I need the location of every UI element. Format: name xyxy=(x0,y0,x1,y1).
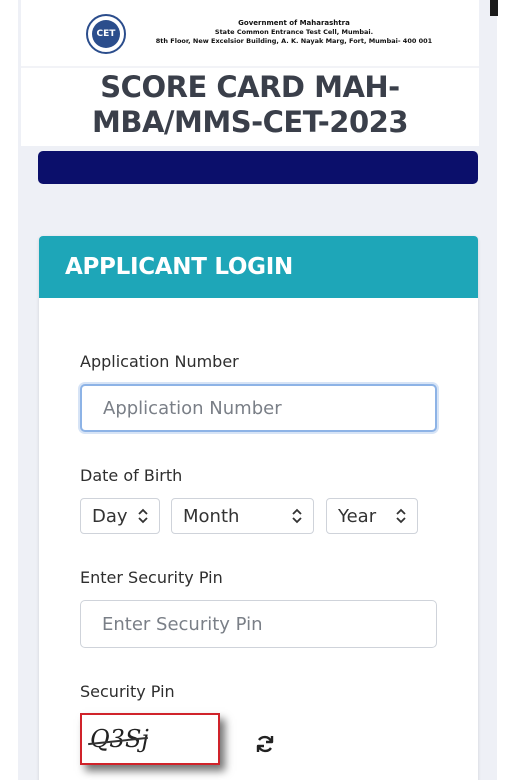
date-of-birth-label: Date of Birth xyxy=(80,466,183,485)
security-pin-label: Security Pin xyxy=(80,682,175,701)
captcha-image: Q3Sj xyxy=(80,713,220,765)
corner-mark xyxy=(490,0,498,16)
login-card-header: APPLICANT LOGIN xyxy=(39,236,478,298)
chevron-up-down-icon xyxy=(291,508,303,524)
applicant-login-card: APPLICANT LOGIN Application Number Date … xyxy=(39,236,478,780)
chevron-up-down-icon xyxy=(137,508,149,524)
page-title: SCORE CARD MAH- MBA/MMS-CET-2023 xyxy=(21,70,479,140)
dob-month-select[interactable]: Month xyxy=(171,498,314,534)
org-name: Government of Maharashtra xyxy=(238,19,350,27)
org-address: 8th Floor, New Excelsior Building, A. K.… xyxy=(155,37,433,45)
login-heading: APPLICANT LOGIN xyxy=(65,254,293,280)
page-title-line2: MBA/MMS-CET-2023 xyxy=(92,105,409,139)
dob-month-value: Month xyxy=(183,505,240,527)
dob-year-select[interactable]: Year xyxy=(326,498,418,534)
application-number-input[interactable] xyxy=(80,384,437,432)
refresh-icon[interactable] xyxy=(254,733,276,755)
page-title-line1: SCORE CARD MAH- xyxy=(100,70,400,104)
org-department: State Common Entrance Test Cell, Mumbai. xyxy=(214,28,374,36)
security-pin-input[interactable] xyxy=(80,600,437,648)
organization-info: Government of Maharashtra State Common E… xyxy=(149,19,439,46)
left-gutter xyxy=(0,0,18,780)
dob-year-value: Year xyxy=(338,505,377,527)
chevron-up-down-icon xyxy=(395,508,407,524)
enter-security-pin-label: Enter Security Pin xyxy=(80,568,223,587)
application-number-label: Application Number xyxy=(80,352,239,371)
navigation-bar xyxy=(38,151,478,184)
site-header: CET Government of Maharashtra State Comm… xyxy=(21,0,479,146)
dob-day-select[interactable]: Day xyxy=(80,498,160,534)
header-divider xyxy=(21,66,479,68)
dob-day-value: Day xyxy=(92,505,128,527)
cet-logo-mark: CET xyxy=(92,20,120,48)
cet-logo: CET xyxy=(86,14,126,54)
